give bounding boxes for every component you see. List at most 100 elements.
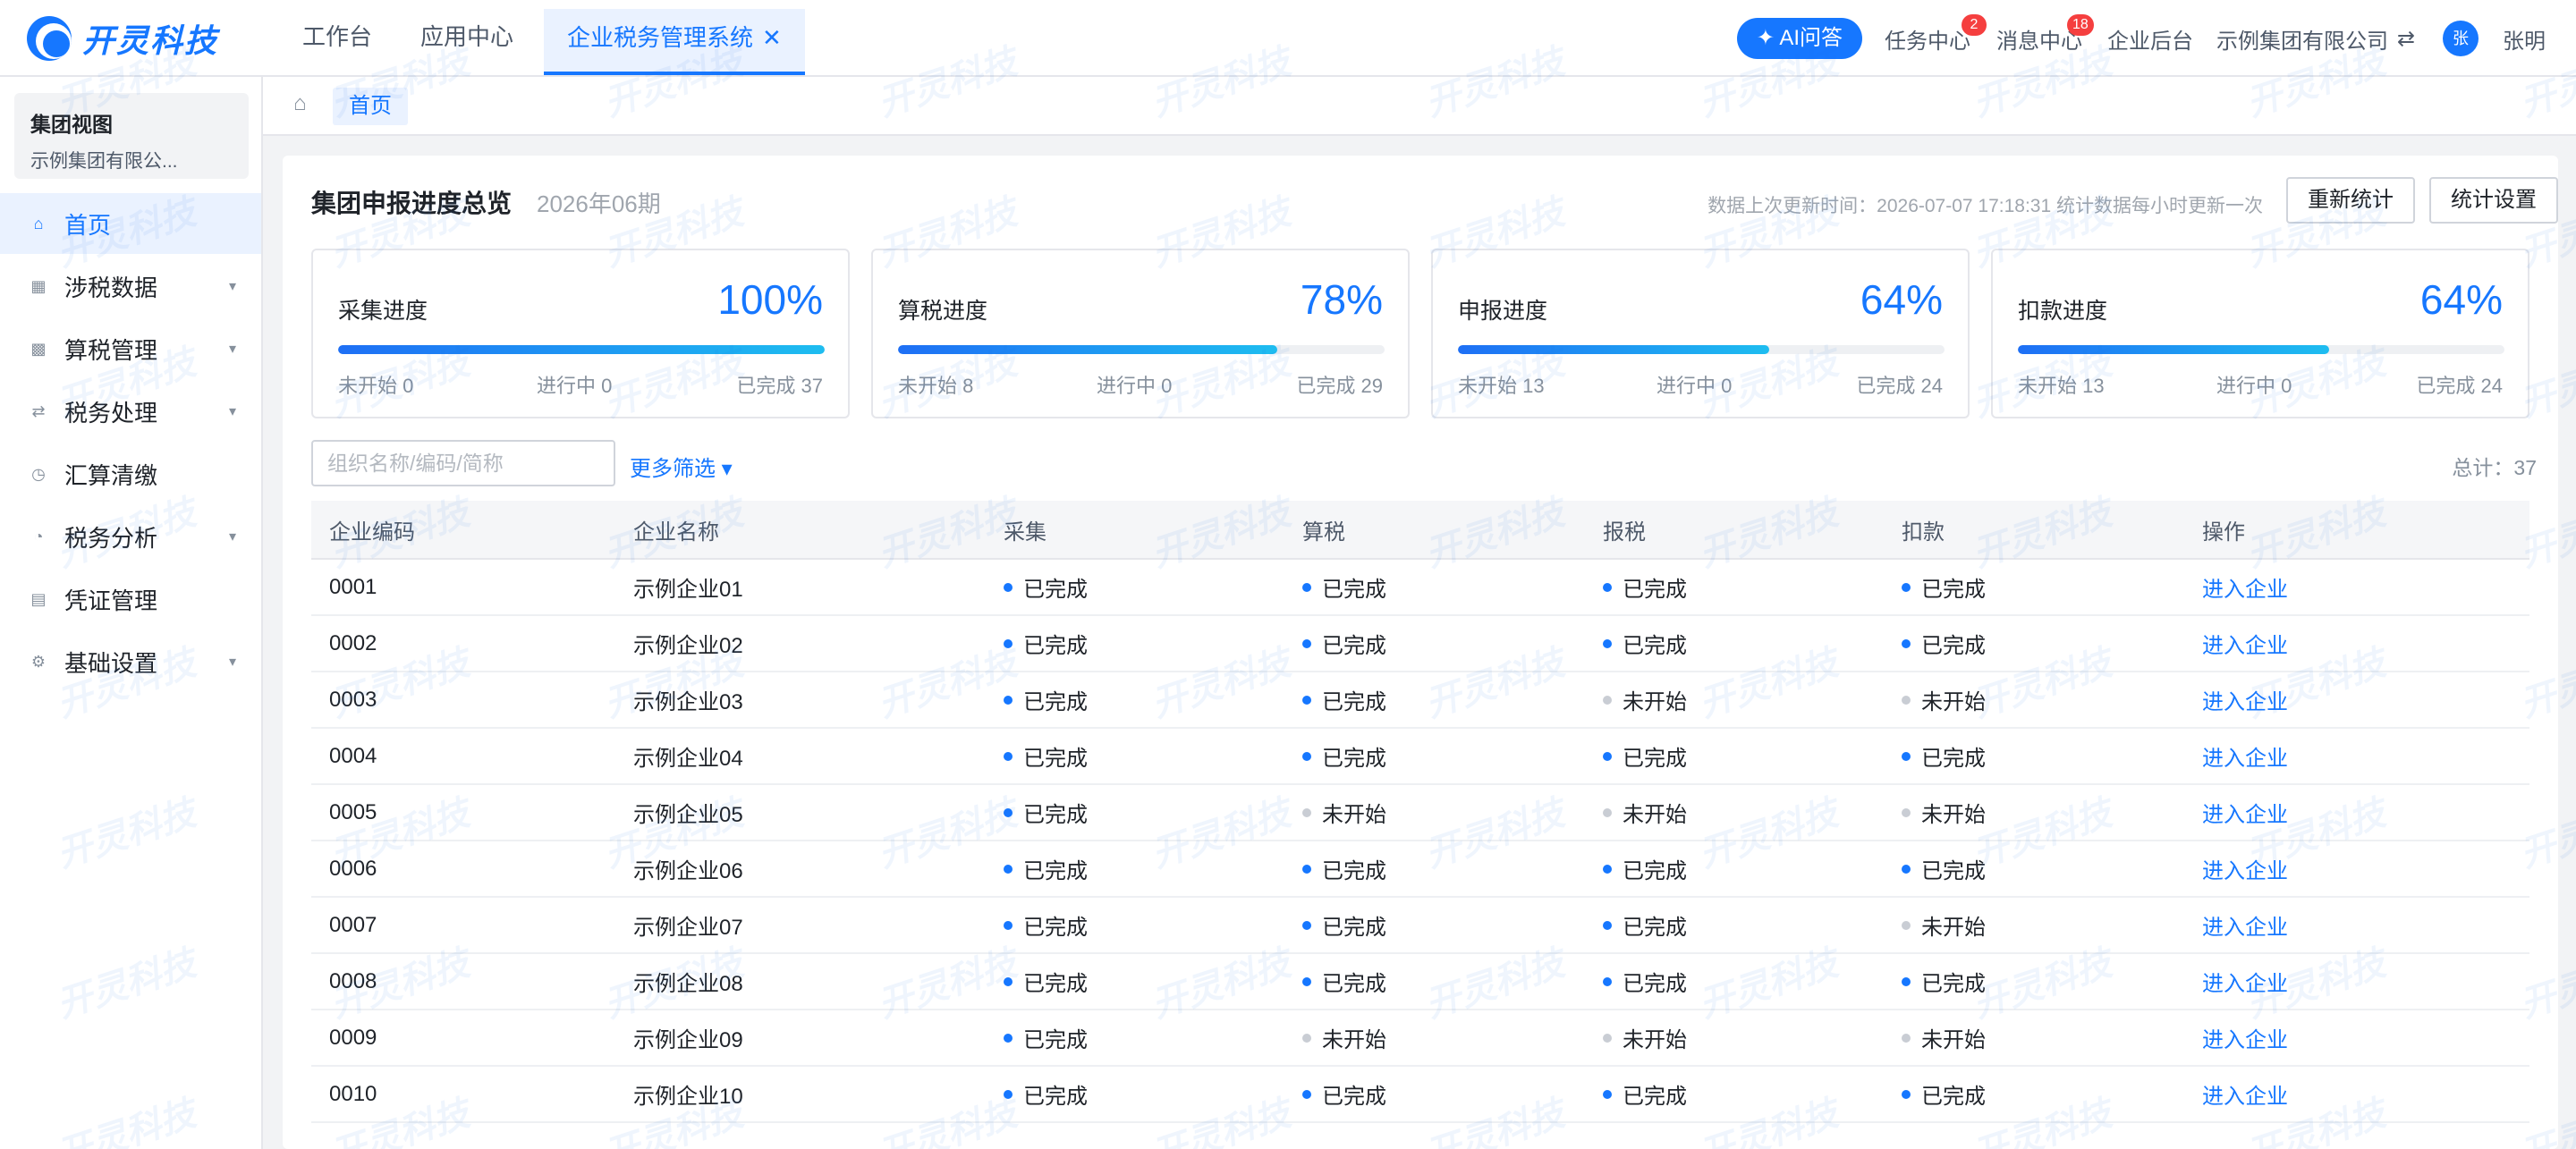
sidebar-item-calc[interactable]: ▩ 算税管理 ▾ <box>0 318 261 379</box>
stat-settings-button[interactable]: 统计设置 <box>2429 177 2558 224</box>
status-declare: 已完成 <box>1585 740 1884 772</box>
enter-company-link[interactable]: 进入企业 <box>2184 1078 2529 1110</box>
progress-fill <box>338 345 825 354</box>
sidebar-item-gear[interactable]: ⚙ 基础设置 ▾ <box>0 631 261 692</box>
enter-company-link[interactable]: 进入企业 <box>2184 684 2529 715</box>
status-text: 未开始 <box>1322 1028 1386 1052</box>
sidebar-item-clock[interactable]: ◷ 汇算清缴 <box>0 444 261 504</box>
column-header: 操作 <box>2202 520 2245 545</box>
chevron-down-icon: ▾ <box>228 279 236 294</box>
sidebar-item-home[interactable]: ⌂ 首页 <box>0 193 261 254</box>
status-declare: 已完成 <box>1585 909 1884 941</box>
status-text: 已完成 <box>1921 1085 1986 1109</box>
topnav-workbench[interactable]: 工作台 <box>284 0 390 68</box>
status-text: 已完成 <box>1322 916 1386 940</box>
status-deduct: 已完成 <box>1884 571 2184 603</box>
page-tab-home[interactable]: 首页 <box>333 88 408 125</box>
status-text: 已完成 <box>1921 747 1986 771</box>
home-icon[interactable]: ⌂ <box>293 91 307 116</box>
stat-in-progress: 进行中 0 <box>1097 375 1173 397</box>
status-dot <box>1902 1089 1911 1099</box>
group-view-card[interactable]: 集团视图 示例集团有限公... <box>14 93 249 179</box>
enter-company-link[interactable]: 进入企业 <box>2184 628 2529 659</box>
status-dot <box>1902 864 1911 874</box>
swap-icon: ⇄ <box>31 401 46 420</box>
topnav-tax-system-tab[interactable]: 企业税务管理系统 ✕ <box>544 9 805 75</box>
status-dot <box>1302 751 1311 761</box>
status-dot <box>1004 976 1013 986</box>
topnav-app-center[interactable]: 应用中心 <box>402 0 531 68</box>
enter-company-link[interactable]: 进入企业 <box>2184 1022 2529 1053</box>
status-dot <box>1004 695 1013 705</box>
ai-qa-button[interactable]: ✦ AI问答 <box>1737 18 1862 59</box>
status-text: 已完成 <box>1322 747 1386 771</box>
sidebar-item-label: 首页 <box>64 211 112 239</box>
status-text: 已完成 <box>1322 690 1386 714</box>
status-text: 已完成 <box>1921 634 1986 658</box>
enter-company-link[interactable]: 进入企业 <box>2184 740 2529 772</box>
enter-company-link[interactable]: 进入企业 <box>2184 797 2529 828</box>
chevron-down-icon: ▾ <box>228 655 236 670</box>
status-dot <box>1004 920 1013 930</box>
status-dot <box>1302 638 1311 648</box>
enter-company-link[interactable]: 进入企业 <box>2184 966 2529 997</box>
enter-company-link[interactable]: 进入企业 <box>2184 853 2529 884</box>
enter-company-link[interactable]: 进入企业 <box>2184 571 2529 603</box>
more-filters-button[interactable]: 更多筛选 ▾ <box>630 451 733 482</box>
status-dot <box>1902 695 1911 705</box>
status-text: 未开始 <box>1921 1028 1986 1052</box>
brand-logo[interactable]: 开灵科技 <box>27 16 218 61</box>
avatar[interactable]: 张 <box>2443 21 2479 56</box>
update-info: 数据上次更新时间：2026-07-07 17:18:31 统计数据每小时更新一次 <box>1707 196 2263 216</box>
status-text: 已完成 <box>1322 859 1386 883</box>
status-deduct: 未开始 <box>1884 684 2184 715</box>
table-row: 0007 示例企业07 已完成 已完成 已完成 未开始 进入企业 <box>311 898 2529 954</box>
sidebar-item-label: 涉税数据 <box>64 274 158 301</box>
stat-percent: 64% <box>1860 276 1943 323</box>
company-code: 0007 <box>329 912 377 937</box>
stat-in-progress: 进行中 0 <box>537 375 613 397</box>
message-center-link[interactable]: 消息中心 <box>1996 0 2082 77</box>
status-text: 已完成 <box>1623 916 1687 940</box>
status-text: 已完成 <box>1322 578 1386 602</box>
table-row: 0010 示例企业10 已完成 已完成 已完成 已完成 进入企业 <box>311 1067 2529 1123</box>
total-count: 总计：37 <box>2452 456 2537 479</box>
sidebar-item-swap[interactable]: ⇄ 税务处理 ▾ <box>0 381 261 442</box>
status-deduct: 未开始 <box>1884 1022 2184 1053</box>
status-dot <box>1004 807 1013 817</box>
status-dot <box>1004 1033 1013 1043</box>
status-dot <box>1603 751 1612 761</box>
status-text: 已完成 <box>1623 1085 1687 1109</box>
enter-company-link[interactable]: 进入企业 <box>2184 909 2529 941</box>
sidebar-item-grid[interactable]: ▦ 涉税数据 ▾ <box>0 256 261 317</box>
status-dot <box>1004 864 1013 874</box>
status-text: 已完成 <box>1623 634 1687 658</box>
sidebar-item-doc[interactable]: ▤ 凭证管理 <box>0 569 261 629</box>
progress-bar <box>338 345 825 354</box>
sidebar-item-pie[interactable]: ◔ 税务分析 ▾ <box>0 506 261 567</box>
status-collect: 已完成 <box>986 628 1284 659</box>
status-text: 已完成 <box>1023 634 1088 658</box>
status-text: 已完成 <box>1322 1085 1386 1109</box>
user-name[interactable]: 张明 <box>2503 0 2546 77</box>
stat-done: 已完成 24 <box>2416 375 2503 397</box>
status-dot <box>1603 638 1612 648</box>
top-bar: 开灵科技 工作台 应用中心 企业税务管理系统 ✕ ✦ AI问答 任务中心 2 消息… <box>0 0 2576 77</box>
enterprise-admin-link[interactable]: 企业后台 <box>2107 0 2193 77</box>
progress-fill <box>2018 345 2330 354</box>
period-label: 2026年06期 <box>537 190 661 217</box>
recalc-button[interactable]: 重新统计 <box>2286 177 2415 224</box>
company-name: 示例企业01 <box>633 578 743 602</box>
status-collect: 已完成 <box>986 684 1284 715</box>
status-dot <box>1603 695 1612 705</box>
status-text: 已完成 <box>1322 972 1386 996</box>
search-input[interactable] <box>311 440 615 486</box>
stat-label: 算税进度 <box>898 299 988 324</box>
table-row: 0009 示例企业09 已完成 未开始 未开始 未开始 进入企业 <box>311 1010 2529 1067</box>
status-dot <box>1004 582 1013 592</box>
company-switcher[interactable]: 示例集团有限公司 ⇄ <box>2216 0 2415 77</box>
task-center-link[interactable]: 任务中心 <box>1885 0 1970 77</box>
close-icon[interactable]: ✕ <box>762 9 782 66</box>
stat-percent: 78% <box>1300 276 1383 323</box>
status-collect: 已完成 <box>986 1078 1284 1110</box>
